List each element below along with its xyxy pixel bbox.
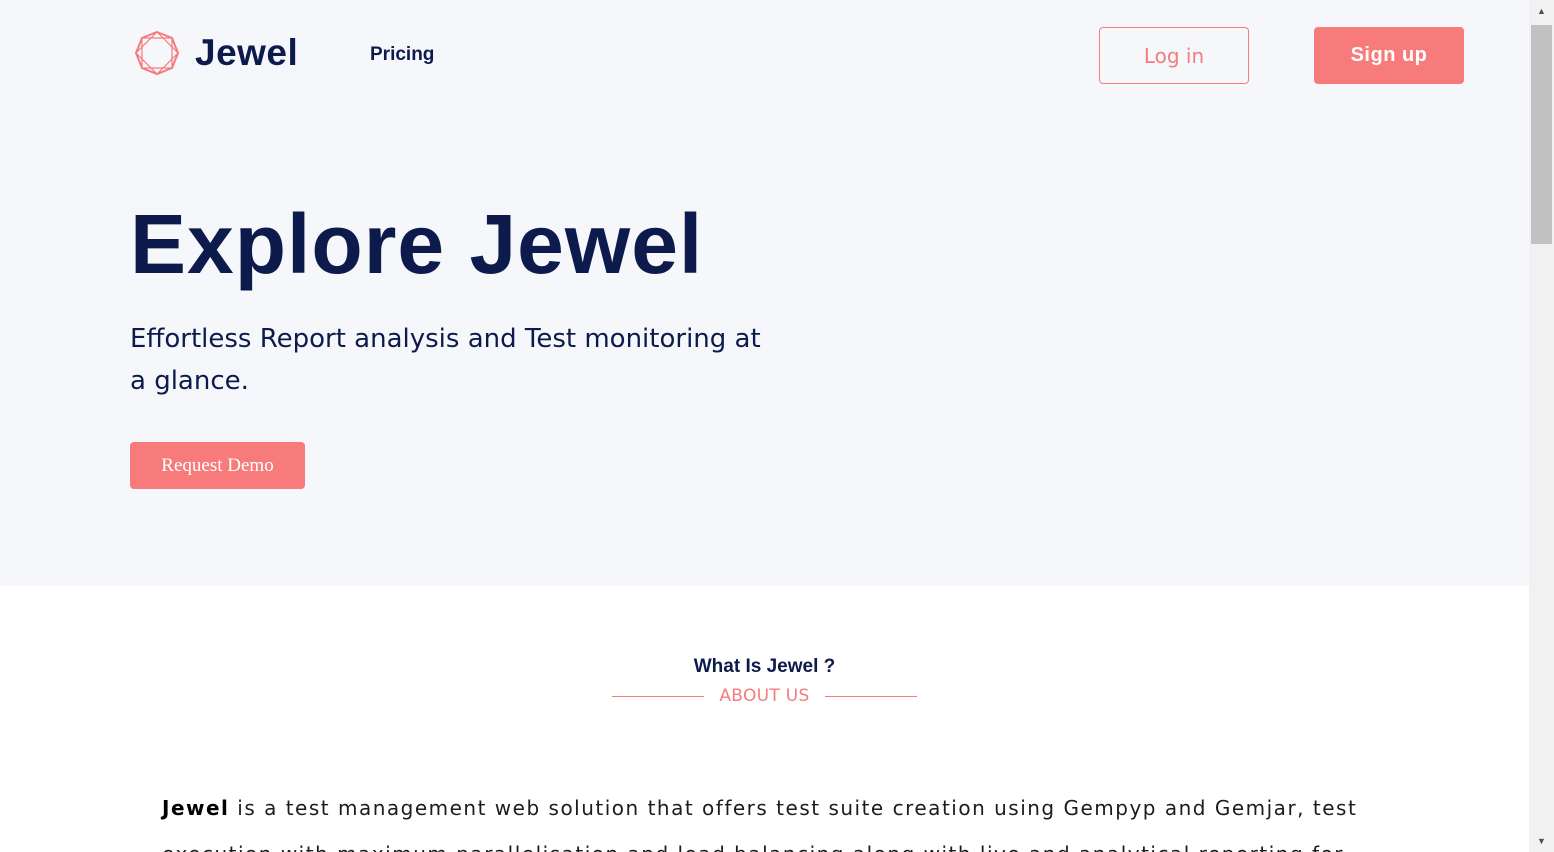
- signup-button[interactable]: Sign up: [1314, 27, 1464, 84]
- vertical-scrollbar[interactable]: ▲ ▼: [1529, 0, 1554, 852]
- logo[interactable]: Jewel: [134, 30, 298, 76]
- page: Jewel Pricing Log in Sign up Explore Jew…: [0, 0, 1529, 852]
- login-button[interactable]: Log in: [1099, 27, 1249, 84]
- hero-title: Explore Jewel: [130, 197, 704, 291]
- request-demo-button[interactable]: Request Demo: [130, 442, 305, 489]
- divider-left: [612, 695, 704, 697]
- about-subtitle-row: ABOUT US: [612, 685, 917, 707]
- divider-right: [825, 695, 917, 697]
- logo-text: Jewel: [195, 32, 299, 73]
- hero-subtitle: Effortless Report analysis and Test moni…: [130, 324, 761, 396]
- scrollbar-thumb[interactable]: [1531, 25, 1552, 244]
- jewel-gem-icon: [134, 30, 180, 76]
- nav-pricing-link[interactable]: Pricing: [370, 44, 434, 66]
- about-text-body: is a test management web solution that o…: [162, 796, 1358, 852]
- about-title: What Is Jewel ?: [693, 656, 836, 677]
- hero-section: Jewel Pricing Log in Sign up Explore Jew…: [0, 0, 1529, 586]
- about-paragraph: Jewel is a test management web solution …: [162, 785, 1377, 852]
- about-text-brand: Jewel: [162, 796, 230, 820]
- triangle-down-icon[interactable]: ▼: [1529, 830, 1554, 852]
- about-subtitle: ABOUT US: [719, 686, 810, 706]
- triangle-up-icon[interactable]: ▲: [1529, 0, 1554, 22]
